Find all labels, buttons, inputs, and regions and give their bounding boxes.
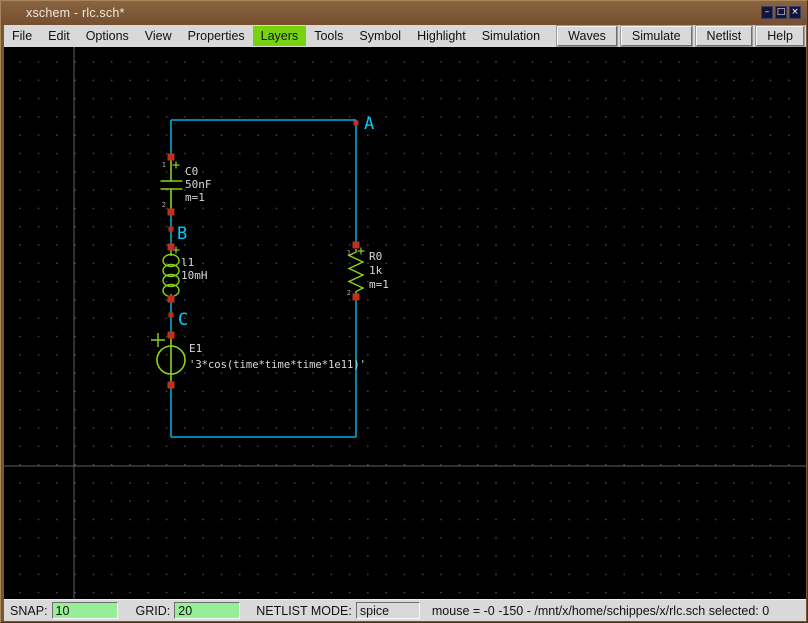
node-marker-a	[353, 120, 359, 126]
netlist-button[interactable]: Netlist	[694, 25, 754, 47]
source-name[interactable]: E1	[189, 342, 202, 355]
capacitor-value[interactable]: 50nF	[185, 178, 212, 191]
schematic-canvas[interactable]: 1 2 C0 50nF m=1 l1 10mH E1 '3*cos(time*t…	[4, 47, 806, 599]
node-label-b[interactable]: B	[177, 224, 187, 244]
grid-input[interactable]	[174, 602, 241, 619]
node-label-a[interactable]: A	[364, 114, 374, 134]
pin-square	[167, 153, 175, 161]
capacitor-pin2-number: 2	[162, 201, 166, 209]
waves-button[interactable]: Waves	[556, 25, 618, 47]
pin-square	[167, 381, 175, 389]
menu-item-simulation[interactable]: Simulation	[474, 26, 548, 46]
pin-square	[167, 295, 175, 303]
menu-bar: File Edit Options View Properties Layers…	[4, 25, 806, 47]
title-bar[interactable]: xschem - rlc.sch* – □ ×	[1, 1, 807, 25]
menu-item-properties[interactable]: Properties	[180, 26, 253, 46]
capacitor-pin1-number: 1	[162, 161, 166, 169]
help-button[interactable]: Help	[755, 25, 805, 47]
close-icon[interactable]: ×	[789, 6, 801, 19]
grid-label: GRID:	[135, 603, 171, 618]
simulate-button[interactable]: Simulate	[619, 25, 693, 47]
resistor-pin2-number: 2	[347, 289, 351, 297]
inductor-value[interactable]: 10mH	[181, 269, 208, 282]
netlist-mode-label: NETLIST MODE:	[256, 603, 352, 618]
menu-item-options[interactable]: Options	[78, 26, 137, 46]
netlist-mode-input[interactable]	[355, 602, 420, 619]
node-marker-c	[168, 312, 174, 318]
menu-item-symbol[interactable]: Symbol	[351, 26, 409, 46]
window-controls: – □ ×	[761, 6, 801, 19]
menu-item-file[interactable]: File	[4, 26, 40, 46]
menu-item-highlight[interactable]: Highlight	[409, 26, 474, 46]
mouse-status-text: mouse = -0 -150 - /mnt/x/home/schippes/x…	[431, 603, 770, 618]
source-value[interactable]: '3*cos(time*time*time*1e11)'	[189, 359, 366, 371]
node-marker-b	[168, 226, 174, 232]
xschem-window: xschem - rlc.sch* – □ × File Edit Option…	[0, 0, 808, 623]
menu-item-layers[interactable]: Layers	[252, 26, 307, 46]
maximize-icon[interactable]: □	[775, 6, 787, 19]
menu-item-edit[interactable]: Edit	[40, 26, 78, 46]
menu-item-tools[interactable]: Tools	[306, 26, 351, 46]
grid-dots	[4, 47, 806, 599]
pin-square	[352, 241, 360, 249]
resistor-mult[interactable]: m=1	[369, 278, 389, 291]
pin-square	[352, 293, 360, 301]
capacitor-name[interactable]: C0	[185, 165, 198, 178]
node-label-c[interactable]: C	[178, 310, 188, 330]
snap-label: SNAP:	[10, 603, 48, 618]
resistor-pin1-number: 1	[347, 249, 351, 257]
pin-square	[167, 243, 175, 251]
pin-square	[167, 208, 175, 216]
window-title: xschem - rlc.sch*	[26, 6, 125, 20]
inductor-name[interactable]: l1	[181, 256, 194, 269]
menu-item-view[interactable]: View	[137, 26, 180, 46]
resistor-value[interactable]: 1k	[369, 264, 383, 277]
status-bar: SNAP: GRID: NETLIST MODE: mouse = -0 -15…	[4, 599, 806, 621]
minimize-icon[interactable]: –	[761, 6, 773, 19]
capacitor-mult[interactable]: m=1	[185, 191, 205, 204]
resistor-name[interactable]: R0	[369, 250, 382, 263]
snap-input[interactable]	[51, 602, 118, 619]
pin-square	[167, 331, 175, 339]
